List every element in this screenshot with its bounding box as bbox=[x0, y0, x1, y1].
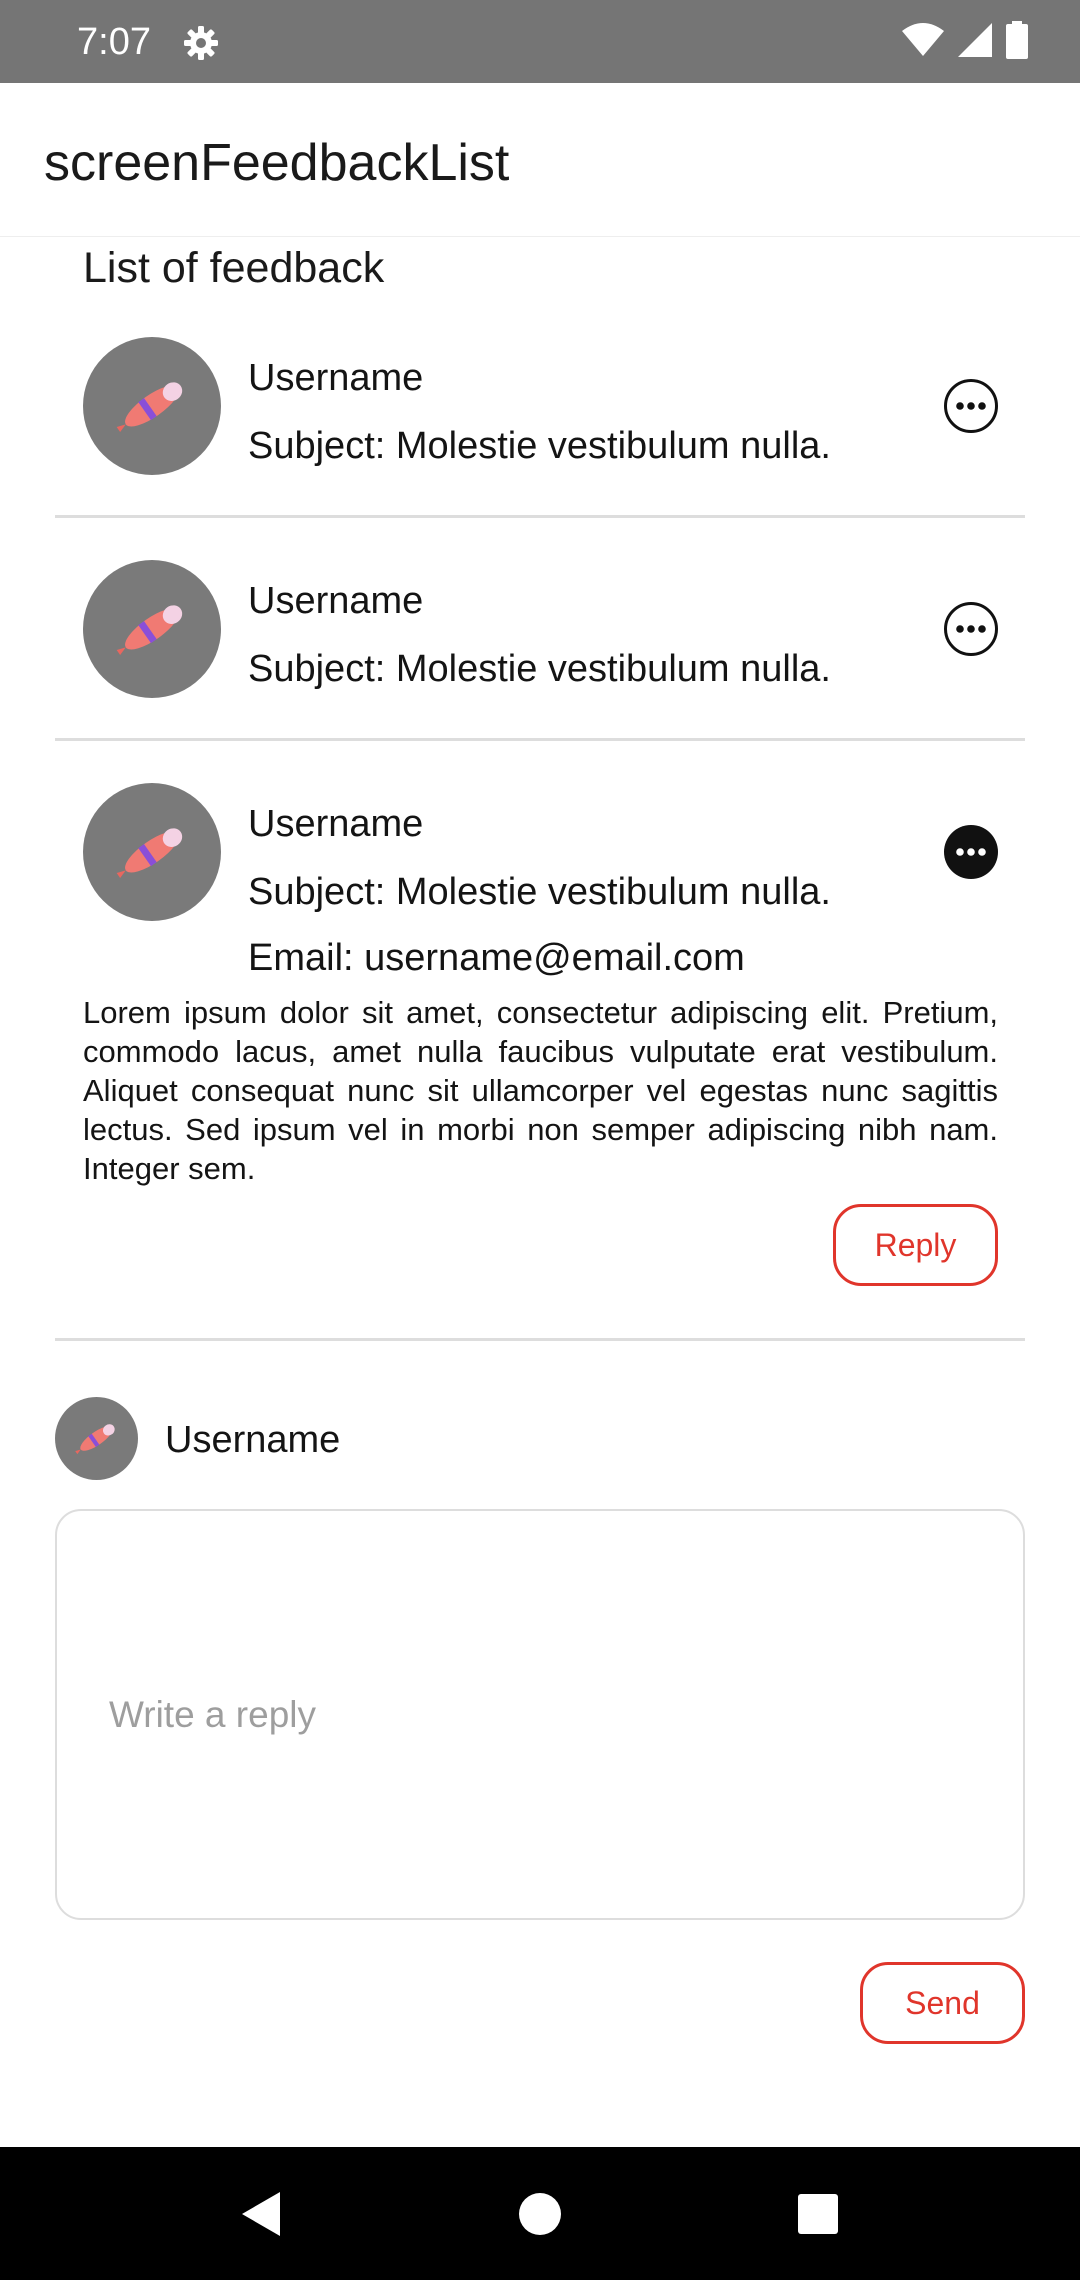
avatar bbox=[55, 1397, 138, 1480]
feedback-email: Email: username@email.com bbox=[248, 937, 745, 979]
feedback-list-screen: 7:07 screenFeedbackList List of feedback… bbox=[0, 0, 1080, 2280]
section-title: List of feedback bbox=[83, 244, 385, 292]
app-title: screenFeedbackList bbox=[44, 134, 510, 192]
app-bar: screenFeedbackList bbox=[0, 83, 1080, 237]
avatar bbox=[83, 337, 221, 475]
back-icon[interactable] bbox=[230, 2183, 292, 2245]
recents-icon[interactable] bbox=[787, 2183, 849, 2245]
home-icon[interactable] bbox=[509, 2183, 571, 2245]
battery-icon bbox=[1006, 20, 1028, 64]
feedback-username: Username bbox=[248, 803, 424, 845]
status-icons bbox=[902, 20, 1028, 64]
feedback-subject: Subject: Molestie vestibulum nulla. bbox=[248, 648, 831, 690]
status-time: 7:07 bbox=[77, 21, 151, 63]
divider bbox=[55, 738, 1025, 741]
more-options-icon[interactable] bbox=[943, 824, 999, 880]
send-button[interactable]: Send bbox=[860, 1962, 1025, 2044]
gear-icon bbox=[181, 23, 221, 63]
more-options-icon[interactable] bbox=[943, 378, 999, 434]
navigation-bar bbox=[0, 2147, 1080, 2280]
divider bbox=[55, 1338, 1025, 1341]
feedback-subject: Subject: Molestie vestibulum nulla. bbox=[248, 425, 831, 467]
avatar bbox=[83, 560, 221, 698]
reply-input[interactable] bbox=[55, 1509, 1025, 1920]
signal-icon bbox=[958, 22, 992, 62]
feedback-subject: Subject: Molestie vestibulum nulla. bbox=[248, 871, 831, 913]
status-bar: 7:07 bbox=[0, 0, 1080, 83]
feedback-body: Lorem ipsum dolor sit amet, consectetur … bbox=[83, 995, 998, 1186]
more-options-icon[interactable] bbox=[943, 601, 999, 657]
wifi-icon bbox=[902, 22, 944, 62]
reply-button[interactable]: Reply bbox=[833, 1204, 998, 1286]
feedback-username: Username bbox=[248, 357, 424, 399]
feedback-username: Username bbox=[248, 580, 424, 622]
avatar bbox=[83, 783, 221, 921]
reply-username: Username bbox=[165, 1419, 341, 1461]
divider bbox=[55, 515, 1025, 518]
